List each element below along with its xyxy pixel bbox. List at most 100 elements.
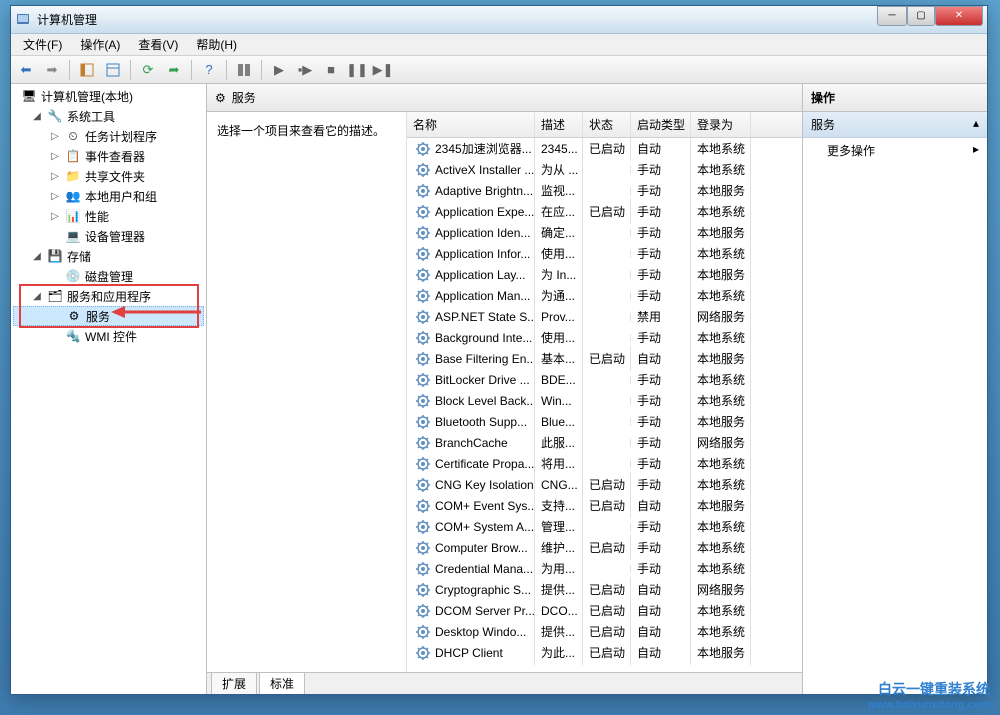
expand-icon[interactable]: ▷ [49, 211, 61, 222]
menu-view[interactable]: 查看(V) [130, 34, 186, 55]
restart-button[interactable]: ▶❚ [372, 59, 394, 81]
service-row[interactable]: BitLocker Drive ...BDE...手动本地系统 [407, 369, 802, 390]
middle-panel: ⚙ 服务 选择一个项目来查看它的描述。 名称 描述 状态 启动类型 登录为 23… [207, 84, 803, 694]
tab-standard[interactable]: 标准 [259, 672, 305, 694]
tree-root[interactable]: 🖥计算机管理(本地) [13, 86, 204, 106]
service-row[interactable]: Cryptographic S...提供...已启动自动网络服务 [407, 579, 802, 600]
tree-task-scheduler[interactable]: ▷⏲任务计划程序 [13, 126, 204, 146]
service-row[interactable]: 2345加速浏览器...2345...已启动自动本地系统 [407, 138, 802, 159]
actions-group-title[interactable]: 服务▴ [803, 112, 987, 138]
service-name: COM+ System A... [435, 520, 534, 534]
tree-device-manager[interactable]: 💻设备管理器 [13, 226, 204, 246]
service-row[interactable]: Application Man...为通...手动本地系统 [407, 285, 802, 306]
service-row[interactable]: Application Iden...确定...手动本地服务 [407, 222, 802, 243]
service-name: Computer Brow... [435, 541, 528, 555]
separator [226, 60, 227, 80]
expand-icon[interactable]: ▷ [49, 151, 61, 162]
service-name: Base Filtering En... [435, 352, 535, 366]
show-hide-button[interactable] [76, 59, 98, 81]
titlebar[interactable]: 计算机管理 ─ ▢ ✕ [11, 6, 987, 34]
properties-button[interactable] [102, 59, 124, 81]
main-window: 计算机管理 ─ ▢ ✕ 文件(F) 操作(A) 查看(V) 帮助(H) ⬅ ➡ … [10, 5, 988, 695]
tree-wmi[interactable]: 🔩WMI 控件 [13, 326, 204, 346]
expand-icon[interactable]: ▷ [49, 131, 61, 142]
tree-system-tools[interactable]: ◢🔧系统工具 [13, 106, 204, 126]
service-name: Background Inte... [435, 331, 532, 345]
collapse-icon[interactable]: ◢ [31, 291, 43, 302]
pause-button[interactable]: ❚❚ [346, 59, 368, 81]
service-row[interactable]: DCOM Server Pr...DCO...已启动自动本地系统 [407, 600, 802, 621]
tree-panel[interactable]: 🖥计算机管理(本地) ◢🔧系统工具 ▷⏲任务计划程序 ▷📋事件查看器 ▷📁共享文… [11, 84, 207, 694]
panel-button[interactable] [233, 59, 255, 81]
tree-disk-mgmt[interactable]: 💿磁盘管理 [13, 266, 204, 286]
close-button[interactable]: ✕ [935, 6, 983, 26]
tree-event-viewer[interactable]: ▷📋事件查看器 [13, 146, 204, 166]
service-row[interactable]: Credential Mana...为用...手动本地系统 [407, 558, 802, 579]
pause-action-button[interactable]: ▪▶ [294, 59, 316, 81]
tree-shared-folders[interactable]: ▷📁共享文件夹 [13, 166, 204, 186]
tree-performance[interactable]: ▷📊性能 [13, 206, 204, 226]
service-desc: 将用... [535, 451, 583, 476]
service-row[interactable]: BranchCache此服...手动网络服务 [407, 432, 802, 453]
service-name: CNG Key Isolation [435, 478, 534, 492]
tools-icon: 🔧 [47, 108, 63, 124]
maximize-button[interactable]: ▢ [907, 6, 935, 26]
service-name: Credential Mana... [435, 562, 533, 576]
service-status [583, 376, 631, 384]
service-row[interactable]: Application Infor...使用...手动本地系统 [407, 243, 802, 264]
service-name: DCOM Server Pr... [435, 604, 535, 618]
service-status: 已启动 [583, 640, 631, 665]
service-name: BitLocker Drive ... [435, 373, 530, 387]
service-row[interactable]: DHCP Client为此...已启动自动本地服务 [407, 642, 802, 663]
help-button[interactable]: ? [198, 59, 220, 81]
minimize-button[interactable]: ─ [877, 6, 907, 26]
service-status [583, 292, 631, 300]
service-row[interactable]: COM+ Event Sys...支持...已启动自动本地服务 [407, 495, 802, 516]
service-row[interactable]: ActiveX Installer ...为从 ...手动本地系统 [407, 159, 802, 180]
refresh-button[interactable]: ⟳ [137, 59, 159, 81]
menu-help[interactable]: 帮助(H) [188, 34, 245, 55]
service-row[interactable]: ASP.NET State S...Prov...禁用网络服务 [407, 306, 802, 327]
service-row[interactable]: COM+ System A...管理...手动本地系统 [407, 516, 802, 537]
event-icon: 📋 [65, 148, 81, 164]
tree-services[interactable]: ⚙服务 [13, 306, 204, 326]
computer-icon: 🖥 [21, 88, 37, 104]
collapse-icon[interactable]: ◢ [31, 251, 43, 262]
service-row[interactable]: Block Level Back...Win...手动本地系统 [407, 390, 802, 411]
service-row[interactable]: Background Inte...使用...手动本地系统 [407, 327, 802, 348]
stop-button[interactable]: ■ [320, 59, 342, 81]
service-row[interactable]: Adaptive Brightn...监视...手动本地服务 [407, 180, 802, 201]
service-row[interactable]: Desktop Windo...提供...已启动自动本地系统 [407, 621, 802, 642]
back-button[interactable]: ⬅ [15, 59, 37, 81]
service-row[interactable]: Application Expe...在应...已启动手动本地系统 [407, 201, 802, 222]
expand-icon[interactable]: ▷ [49, 171, 61, 182]
services-list[interactable]: 名称 描述 状态 启动类型 登录为 2345加速浏览器...2345...已启动… [407, 112, 802, 672]
tree-local-users[interactable]: ▷👥本地用户和组 [13, 186, 204, 206]
actions-more[interactable]: 更多操作▸ [803, 138, 987, 163]
forward-button[interactable]: ➡ [41, 59, 63, 81]
service-desc: Win... [535, 390, 583, 412]
tab-extended[interactable]: 扩展 [211, 672, 257, 694]
service-row[interactable]: Application Lay...为 In...手动本地服务 [407, 264, 802, 285]
service-status [583, 460, 631, 468]
service-row[interactable]: CNG Key IsolationCNG...已启动手动本地系统 [407, 474, 802, 495]
service-row[interactable]: Bluetooth Supp...Blue...手动本地服务 [407, 411, 802, 432]
expand-icon[interactable]: ▷ [49, 191, 61, 202]
tree-services-apps[interactable]: ◢🗂服务和应用程序 [13, 286, 204, 306]
collapse-icon[interactable]: ◢ [31, 111, 43, 122]
col-name[interactable]: 名称 [407, 112, 535, 137]
service-row[interactable]: Certificate Propa...将用...手动本地系统 [407, 453, 802, 474]
menu-file[interactable]: 文件(F) [15, 34, 70, 55]
col-desc[interactable]: 描述 [535, 112, 583, 137]
service-startup: 自动 [631, 640, 691, 665]
start-button[interactable]: ▶ [268, 59, 290, 81]
menu-action[interactable]: 操作(A) [72, 34, 128, 55]
tree-storage[interactable]: ◢💾存储 [13, 246, 204, 266]
toolbar: ⬅ ➡ ⟳ ➦ ? ▶ ▪▶ ■ ❚❚ ▶❚ [11, 56, 987, 84]
service-row[interactable]: Computer Brow...维护...已启动手动本地系统 [407, 537, 802, 558]
service-row[interactable]: Base Filtering En...基本...已启动自动本地服务 [407, 348, 802, 369]
export-button[interactable]: ➦ [163, 59, 185, 81]
col-logon[interactable]: 登录为 [691, 112, 751, 137]
col-status[interactable]: 状态 [583, 112, 631, 137]
col-startup[interactable]: 启动类型 [631, 112, 691, 137]
